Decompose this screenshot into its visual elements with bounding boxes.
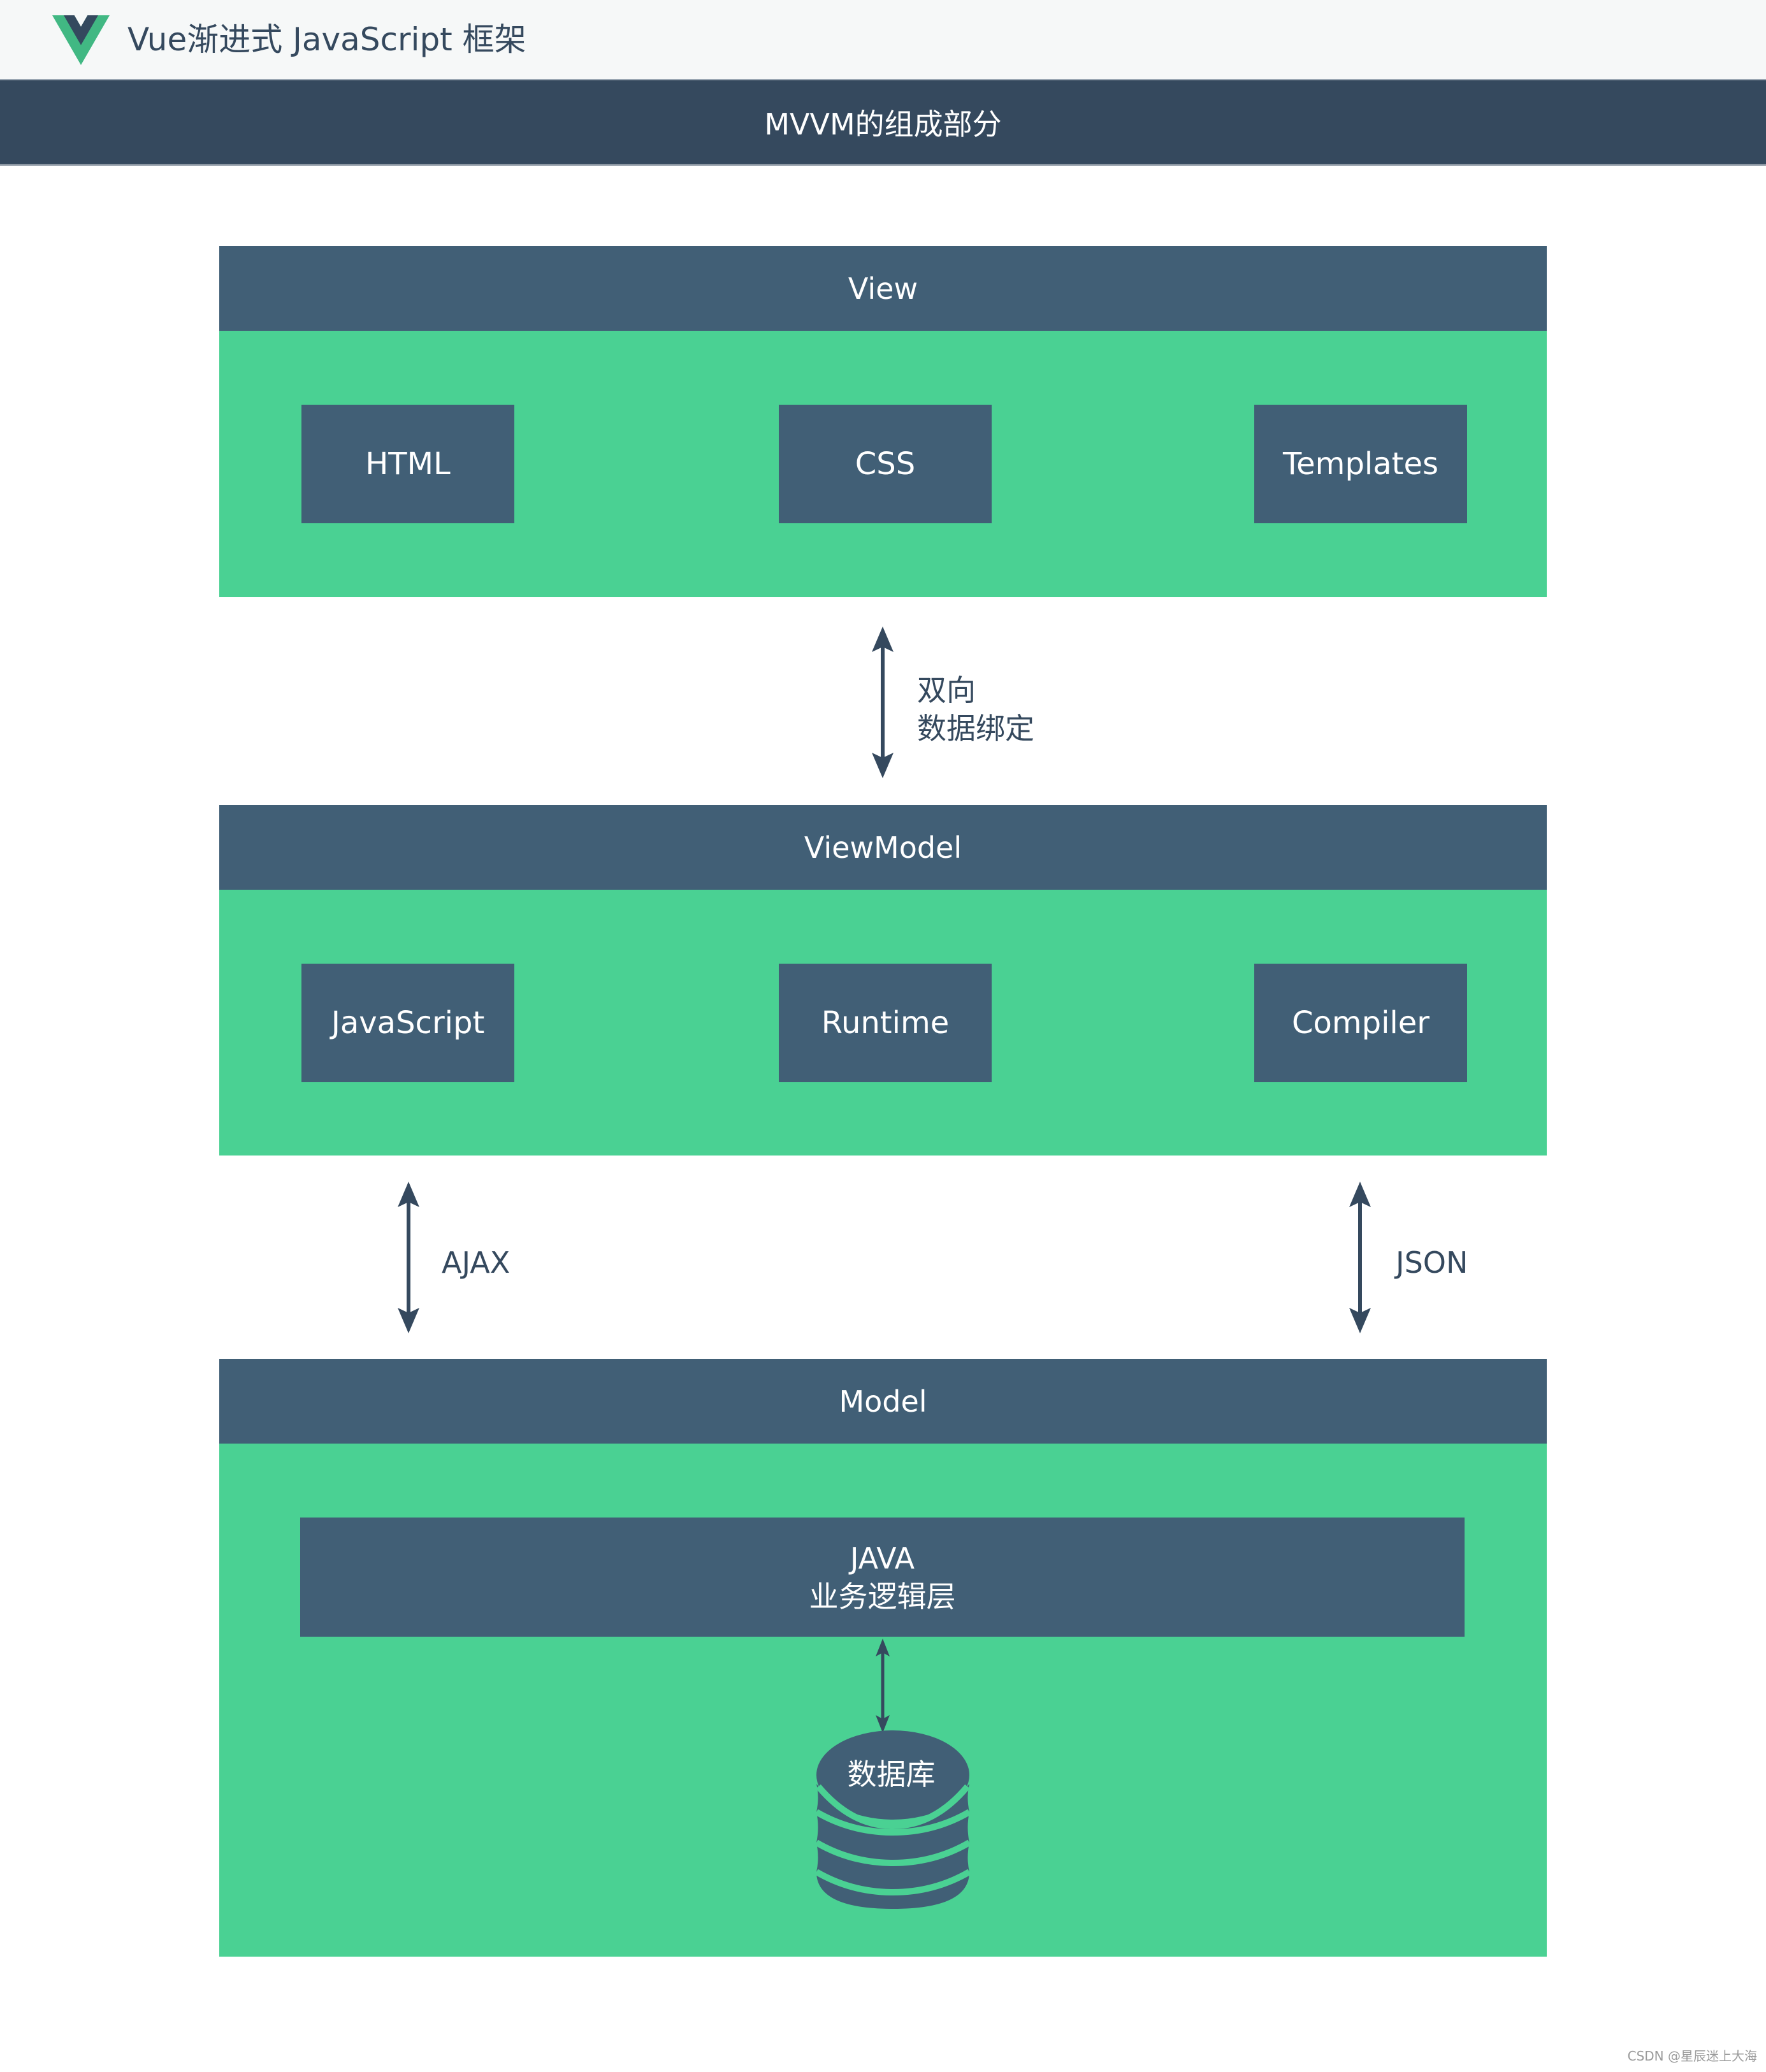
view-section-title: View	[848, 271, 918, 306]
model-section-title: Model	[839, 1384, 927, 1419]
view-item-label: CSS	[855, 446, 916, 482]
bidirectional-arrow-icon	[872, 627, 894, 778]
vue-logo-icon	[52, 15, 110, 65]
data-binding-label: 双向 数据绑定	[917, 671, 1034, 748]
ajax-arrow-icon	[398, 1182, 419, 1333]
viewmodel-item-runtime: Runtime	[779, 964, 992, 1082]
view-item-label: Templates	[1282, 446, 1439, 482]
model-section-header: Model	[219, 1359, 1547, 1444]
viewmodel-section-header: ViewModel	[219, 805, 1547, 890]
viewmodel-section-title: ViewModel	[804, 830, 962, 865]
ajax-label: AJAX	[442, 1245, 510, 1280]
viewmodel-item-label: Compiler	[1291, 1005, 1430, 1041]
db-arrow-icon	[876, 1639, 890, 1733]
view-item-templates: Templates	[1254, 405, 1467, 523]
view-section-header: View	[219, 246, 1547, 331]
json-arrow-icon	[1349, 1182, 1371, 1333]
brand-title: Vue渐进式 JavaScript 框架	[127, 21, 526, 58]
json-label: JSON	[1396, 1245, 1468, 1280]
viewmodel-item-compiler: Compiler	[1254, 964, 1467, 1082]
logic-layer-label: 业务逻辑层	[809, 1579, 956, 1614]
database-label: 数据库	[847, 1757, 936, 1792]
viewmodel-item-label: JavaScript	[331, 1005, 485, 1041]
view-item-html: HTML	[301, 405, 514, 523]
java-label: JAVA	[850, 1540, 915, 1576]
view-item-css: CSS	[779, 405, 992, 523]
java-logic-layer-box: JAVA 业务逻辑层	[300, 1518, 1465, 1637]
data-binding-label-line2: 数据绑定	[917, 711, 1034, 746]
diagram-title: MVVM的组成部分	[764, 106, 1002, 141]
viewmodel-item-label: Runtime	[821, 1005, 950, 1041]
watermark: CSDN @星辰迷上大海	[1627, 2048, 1757, 2064]
view-item-label: HTML	[365, 446, 451, 482]
viewmodel-item-javascript: JavaScript	[301, 964, 514, 1082]
data-binding-label-line1: 双向	[917, 673, 976, 707]
diagram-title-bar: MVVM的组成部分	[0, 79, 1766, 166]
top-bar: Vue渐进式 JavaScript 框架	[0, 0, 1766, 79]
